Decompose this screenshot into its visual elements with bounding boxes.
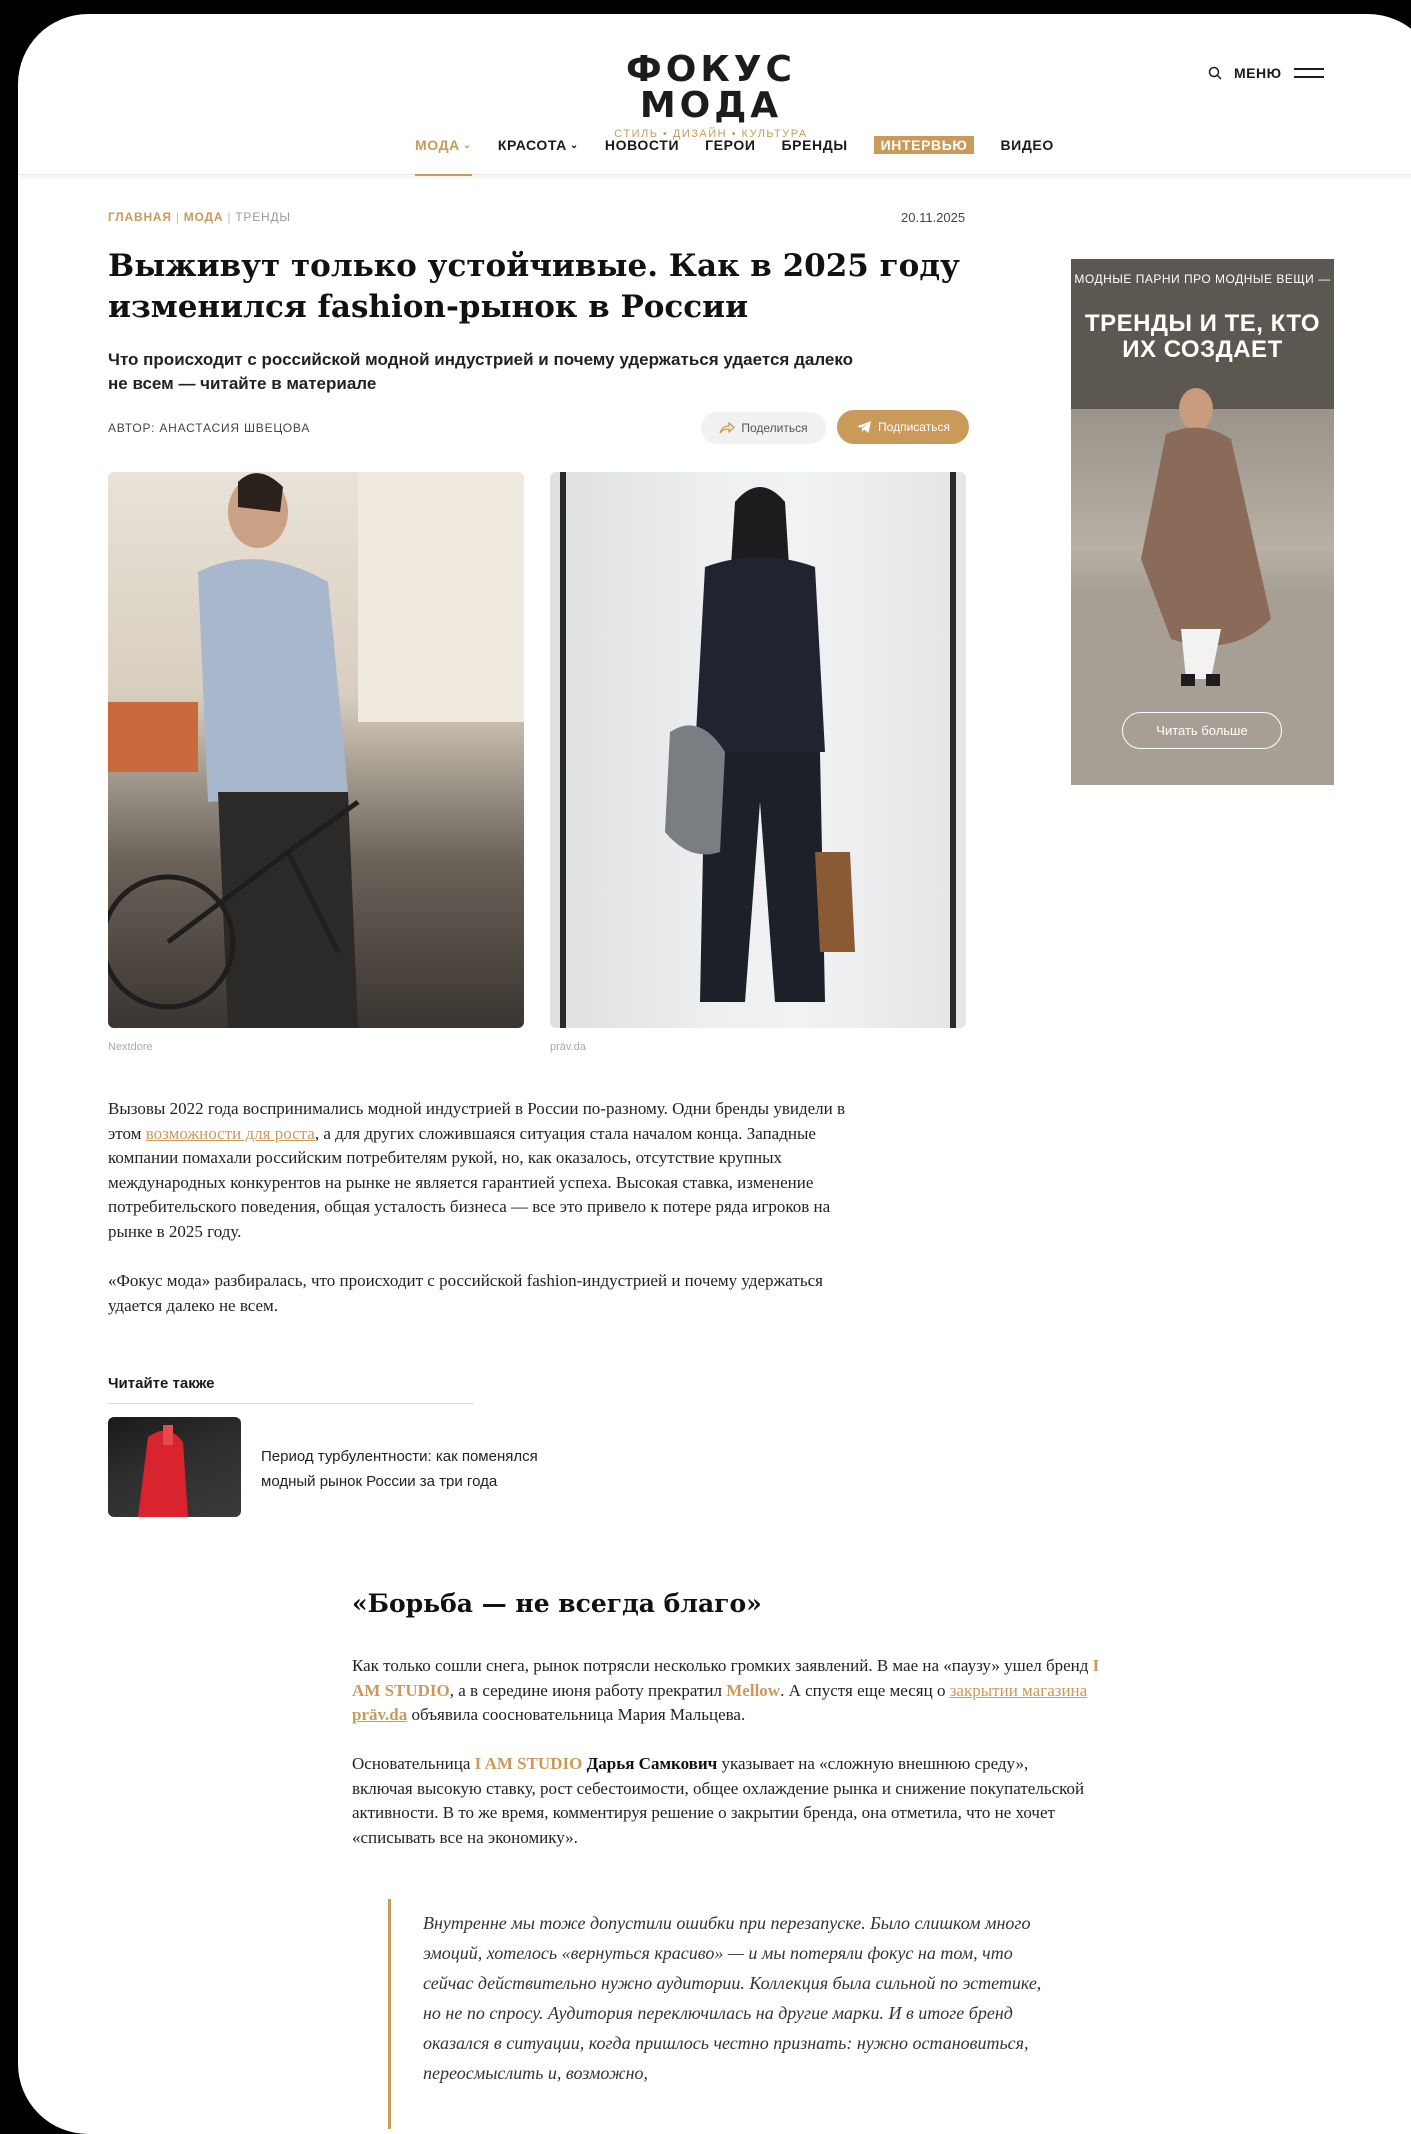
nav-label: ГЕРОИ (705, 137, 756, 153)
nav-item-intervyu[interactable]: ИНТЕРВЬЮ (873, 136, 975, 176)
share-button[interactable]: Поделиться (701, 412, 826, 444)
share-icon (719, 422, 736, 434)
breadcrumb-separator: | (227, 210, 232, 224)
paragraph-text: Как только сошли снега, рынок потрясли н… (352, 1656, 1093, 1675)
nav-label: БРЕНДЫ (781, 137, 848, 153)
article-author: АВТОР: АНАСТАСИЯ ШВЕЦОВА (108, 421, 311, 435)
divider (108, 1403, 474, 1404)
brand-link-mellow[interactable]: Mellow (726, 1681, 780, 1700)
nav-item-brendy[interactable]: БРЕНДЫ (782, 136, 848, 176)
breadcrumb-separator: | (175, 210, 180, 224)
read-also-heading: Читайте также (108, 1375, 215, 1392)
paragraph-text: Основательница (352, 1754, 475, 1773)
section-heading: «Борьба — не всегда благо» (352, 1589, 762, 1618)
nav-label: КРАСОТА (497, 137, 567, 153)
photo-credit: präv.da (550, 1041, 586, 1053)
article-paragraph: Как только сошли снега, рынок потрясли н… (352, 1654, 1112, 1728)
browser-page: ФОКУС МОДА СТИЛЬ • ДИЗАЙН • КУЛЬТУРА МЕН… (18, 14, 1411, 2134)
quote-bar (388, 1899, 391, 2129)
read-also-thumbnail[interactable] (108, 1417, 241, 1517)
growth-opportunities-link[interactable]: возможности для роста (146, 1124, 315, 1143)
menu-burger-icon[interactable] (1293, 67, 1324, 79)
breadcrumb: ГЛАВНАЯ | МОДА | ТРЕНДЫ (108, 210, 291, 224)
nav-item-moda[interactable]: МОДА ⌄ (415, 136, 472, 176)
paragraph-text: , а в середине июня работу прекратил (449, 1680, 727, 1700)
breadcrumb-moda[interactable]: МОДА (184, 210, 224, 224)
breadcrumb-home[interactable]: ГЛАВНАЯ (108, 210, 172, 224)
publish-date: 20.11.2025 (901, 210, 966, 225)
nav-item-geroi[interactable]: ГЕРОИ (705, 136, 755, 176)
telegram-icon (857, 421, 872, 433)
thumbnail-illustration (138, 1425, 188, 1517)
breadcrumb-trendy[interactable]: ТРЕНДЫ (235, 210, 291, 224)
photo-illustration (560, 472, 956, 1028)
paragraph-text: . А спустя еще месяц о (780, 1680, 950, 1700)
subscribe-button[interactable]: Подписаться (837, 410, 969, 444)
site-header: ФОКУС МОДА СТИЛЬ • ДИЗАЙН • КУЛЬТУРА МЕН… (18, 14, 1411, 176)
ad-headline: ТРЕНДЫ И ТЕ, КТО ИХ СОЗДАЕТ (1084, 310, 1321, 363)
nav-label: МОДА (415, 137, 460, 153)
menu-label[interactable]: МЕНЮ (1234, 65, 1282, 81)
chevron-down-icon: ⌄ (462, 139, 472, 151)
article-title: Выживут только устойчивые. Как в 2025 го… (108, 248, 960, 325)
article-lead: Что происходит с российской модной индус… (108, 350, 854, 393)
logo-title: ФОКУС МОДА (626, 49, 796, 126)
paragraph-text: объявила сооснователь­ница Мария Мальцев… (407, 1705, 746, 1724)
read-more-button[interactable]: Читать больше (1122, 712, 1282, 749)
blockquote: Внутренне мы тоже допустили ошибки при п… (423, 1913, 1042, 2083)
brand-link-prav-da[interactable]: präv.da (352, 1705, 407, 1724)
chevron-down-icon: ⌄ (569, 139, 579, 151)
nav-item-video[interactable]: ВИДЕО (1000, 136, 1053, 176)
article-paragraph: «Фокус мода» разбиралась, что происходит… (108, 1271, 823, 1315)
article-photo-woman-bicycle[interactable] (108, 472, 524, 1028)
article-paragraph: Вызовы 2022 года воспринимались модной и… (108, 1097, 868, 1244)
article-photo-woman-studio[interactable] (550, 472, 966, 1028)
header-actions: МЕНЮ (1208, 65, 1324, 81)
person-name: Дарья Самкович (586, 1754, 718, 1773)
nav-item-krasota[interactable]: КРАСОТА ⌄ (498, 136, 579, 176)
search-icon[interactable] (1208, 66, 1222, 80)
read-also-link[interactable]: Период турбулентности: как поменялся мод… (261, 1444, 591, 1494)
ad-tagline: МОДНЫЕ ПАРНИ ПРО МОДНЫЕ ВЕЩИ — (1074, 272, 1331, 286)
brand-link-i-am-studio[interactable]: I AM STUDIO (475, 1754, 583, 1773)
store-closure-link[interactable]: закрытии магазина (950, 1681, 1087, 1700)
article-paragraph: Основательница I AM STUDIO Дарья Самкови… (352, 1752, 1092, 1850)
site-logo[interactable]: ФОКУС МОДА СТИЛЬ • ДИЗАЙН • КУЛЬТУРА (586, 49, 836, 141)
sidebar-ad-banner[interactable]: МОДНЫЕ ПАРНИ ПРО МОДНЫЕ ВЕЩИ — ТРЕНДЫ И … (1071, 259, 1334, 785)
main-nav: МОДА ⌄ КРАСОТА ⌄ НОВОСТИ ГЕРОИ БРЕНДЫ ИН… (415, 136, 1054, 176)
share-label: Поделиться (741, 421, 808, 435)
photo-illustration (108, 472, 524, 1028)
subscribe-label: Подписаться (878, 420, 950, 434)
nav-label: НОВОСТИ (604, 137, 680, 153)
nav-item-novosti[interactable]: НОВОСТИ (605, 136, 679, 176)
nav-label: ВИДЕО (1000, 137, 1054, 153)
photo-credit: Nextdore (108, 1041, 153, 1053)
nav-label: ИНТЕРВЬЮ (873, 136, 975, 154)
